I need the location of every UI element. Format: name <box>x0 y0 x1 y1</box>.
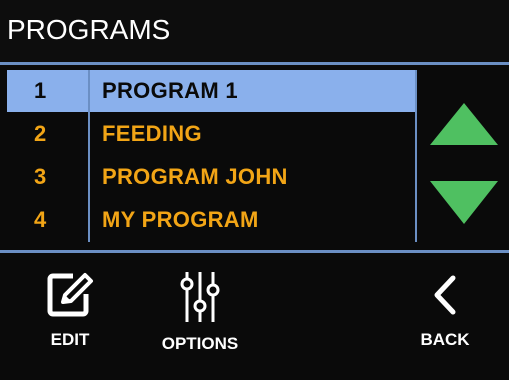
scroll-up-icon[interactable] <box>430 103 498 145</box>
number-column-divider <box>88 70 90 242</box>
pencil-square-icon <box>47 273 93 317</box>
program-list: 1 PROGRAM 1 2 FEEDING 3 PROGRAM JOHN 4 M… <box>7 70 417 242</box>
back-label: BACK <box>420 330 470 349</box>
options-label: OPTIONS <box>161 334 239 353</box>
program-row[interactable]: 2 FEEDING <box>7 113 417 155</box>
program-number: 4 <box>34 207 47 232</box>
program-name: PROGRAM JOHN <box>102 164 288 189</box>
program-name: PROGRAM 1 <box>102 78 238 103</box>
options-button[interactable]: OPTIONS <box>145 270 255 370</box>
header: PROGRAMS <box>0 0 509 62</box>
program-number: 2 <box>34 121 47 146</box>
program-number: 3 <box>34 164 47 189</box>
page-title: PROGRAMS <box>7 14 171 45</box>
scroll-down-icon[interactable] <box>430 181 498 224</box>
program-row[interactable]: 1 PROGRAM 1 <box>7 70 417 112</box>
edit-label: EDIT <box>50 330 90 349</box>
program-row[interactable]: 3 PROGRAM JOHN <box>7 156 417 198</box>
chevron-left-icon <box>434 275 456 315</box>
back-button[interactable]: BACK <box>405 270 485 370</box>
scroll-column-divider <box>415 70 417 242</box>
sliders-icon <box>180 272 220 322</box>
program-row[interactable]: 4 MY PROGRAM <box>7 199 417 241</box>
program-name: FEEDING <box>102 121 202 146</box>
edit-button[interactable]: EDIT <box>30 270 110 370</box>
header-divider <box>0 62 509 65</box>
program-number: 1 <box>34 78 47 103</box>
toolbar-divider <box>0 250 509 253</box>
program-name: MY PROGRAM <box>102 207 259 232</box>
